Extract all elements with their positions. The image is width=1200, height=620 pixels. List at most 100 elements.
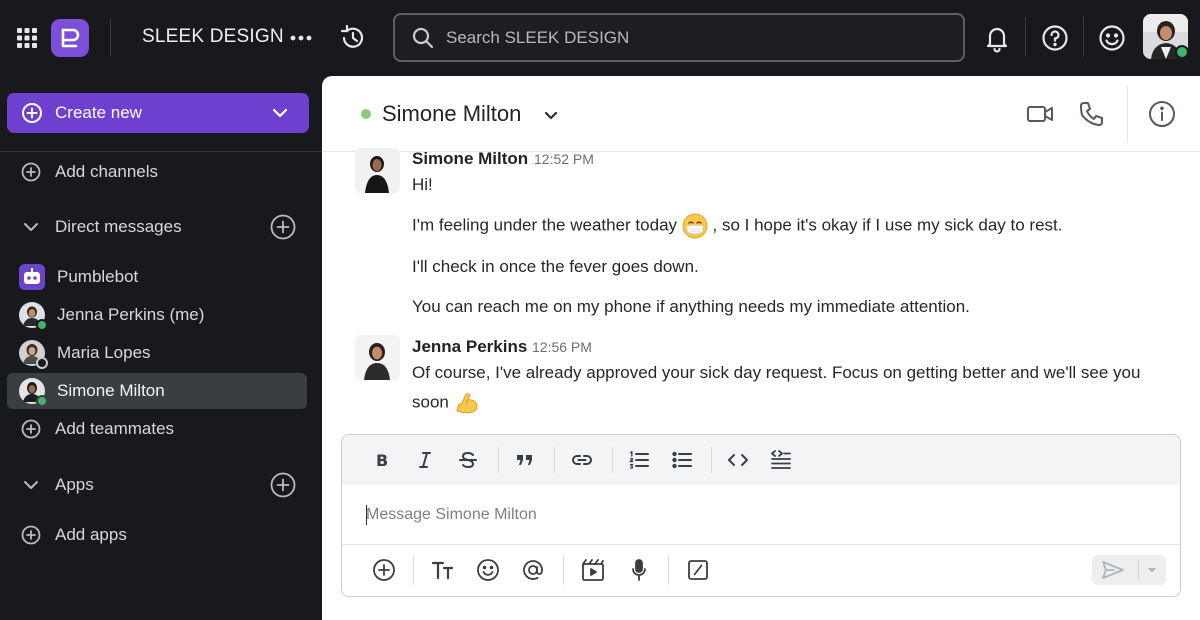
- chevron-down-icon: [20, 474, 42, 496]
- chevron-down-icon: [20, 216, 42, 238]
- history-icon[interactable]: [338, 23, 368, 53]
- message-text-part: soon: [412, 392, 449, 412]
- dm-name: Jenna Perkins (me): [57, 305, 205, 324]
- add-apps-button[interactable]: Add apps: [0, 517, 322, 553]
- help-icon[interactable]: [1040, 23, 1070, 53]
- gif-video-icon[interactable]: [580, 557, 606, 583]
- message-text: You can reach me on my phone if anything…: [412, 297, 970, 316]
- more-icon[interactable]: [289, 28, 313, 48]
- divider: [711, 447, 712, 473]
- message-composer: B: [341, 434, 1181, 597]
- message-text-part: , so I hope it's okay if I use my sick d…: [712, 215, 1063, 235]
- divider: [0, 151, 322, 152]
- workspace-name[interactable]: SLEEK DESIGN: [142, 26, 284, 48]
- add-app-icon[interactable]: [269, 471, 297, 499]
- divider: [554, 447, 555, 473]
- message-text: soon: [412, 390, 480, 416]
- avatar: [19, 378, 48, 407]
- dm-name: Simone Milton: [57, 381, 165, 400]
- info-icon[interactable]: [1147, 99, 1177, 129]
- message-text: I'll check in once the fever goes down.: [412, 257, 699, 276]
- italic-icon[interactable]: [413, 448, 437, 472]
- sidebar: Create new Add channels Direct messages: [0, 76, 322, 620]
- dm-item-simone-milton[interactable]: Simone Milton: [7, 373, 307, 409]
- dm-item-jenna-perkins[interactable]: Jenna Perkins (me): [7, 297, 307, 333]
- code-block-icon[interactable]: [769, 448, 793, 472]
- phone-call-icon[interactable]: [1077, 99, 1107, 129]
- channel-title[interactable]: Simone Milton: [382, 101, 521, 127]
- away-status-icon: [36, 357, 48, 369]
- video-call-icon[interactable]: [1025, 99, 1055, 129]
- online-status-icon: [1175, 45, 1189, 59]
- plus-circle-icon: [21, 102, 43, 124]
- dm-name: Pumblebot: [57, 267, 139, 286]
- code-icon[interactable]: [726, 448, 750, 472]
- message-text: Of course, I've already approved your si…: [412, 363, 1141, 382]
- microphone-icon[interactable]: [626, 557, 652, 583]
- message-text: I'm feeling under the weather today , so…: [412, 213, 1063, 239]
- quote-icon[interactable]: [513, 448, 537, 472]
- avatar[interactable]: [355, 148, 400, 193]
- avatar: [19, 302, 48, 331]
- search-input[interactable]: [446, 27, 926, 48]
- direct-messages-label: Direct messages: [55, 217, 182, 236]
- divider: [563, 555, 564, 585]
- divider: [1127, 86, 1128, 142]
- workspace-logo[interactable]: [51, 19, 89, 57]
- plus-circle-icon: [20, 418, 42, 440]
- add-teammates-button[interactable]: Add teammates: [0, 411, 322, 447]
- flexed-biceps-icon: [454, 390, 480, 416]
- chat-header: Simone Milton: [322, 76, 1200, 152]
- bold-icon[interactable]: B: [370, 448, 394, 472]
- face-with-medical-mask-icon: [682, 213, 708, 239]
- search-icon: [410, 25, 436, 51]
- online-status-icon: [36, 395, 48, 407]
- dm-item-pumblebot[interactable]: Pumblebot: [7, 259, 307, 295]
- svg-text:B: B: [376, 451, 388, 470]
- bullet-list-icon[interactable]: [670, 448, 694, 472]
- bell-icon[interactable]: [983, 23, 1011, 53]
- dm-name: Maria Lopes: [57, 343, 151, 362]
- link-icon[interactable]: [570, 448, 594, 472]
- add-channels-button[interactable]: Add channels: [0, 154, 322, 190]
- bot-avatar: [19, 264, 45, 290]
- add-direct-message-icon[interactable]: [269, 213, 297, 241]
- caret-down-icon[interactable]: [1144, 562, 1160, 578]
- top-bar: SLEEK DESIGN: [0, 0, 1200, 76]
- apps-label: Apps: [55, 475, 94, 494]
- message-input[interactable]: [366, 495, 1146, 535]
- search-bar[interactable]: [393, 13, 965, 62]
- attach-plus-icon[interactable]: [371, 557, 397, 583]
- add-teammates-label: Add teammates: [55, 419, 175, 438]
- create-new-button[interactable]: Create new: [7, 93, 309, 133]
- online-status-icon: [361, 109, 371, 119]
- send-icon[interactable]: [1100, 558, 1126, 582]
- online-status-icon: [36, 319, 48, 331]
- message-author[interactable]: Jenna Perkins: [412, 337, 527, 357]
- message-text-part: I'm feeling under the weather today: [412, 215, 678, 235]
- mention-icon[interactable]: [520, 557, 546, 583]
- formatting-toolbar: B: [342, 435, 1180, 485]
- dm-item-maria-lopes[interactable]: Maria Lopes: [7, 335, 307, 371]
- apps-grid-icon[interactable]: [15, 26, 39, 50]
- chevron-down-icon: [271, 104, 289, 122]
- divider: [413, 555, 414, 585]
- avatar: [19, 340, 48, 369]
- emoji-icon[interactable]: [475, 557, 501, 583]
- slash-command-icon[interactable]: [685, 557, 711, 583]
- ordered-list-icon[interactable]: [627, 448, 651, 472]
- text-format-icon[interactable]: [430, 557, 456, 583]
- divider: [1083, 17, 1084, 57]
- avatar[interactable]: [355, 335, 400, 380]
- emoji-status-icon[interactable]: [1097, 23, 1127, 53]
- send-button-group: [1092, 555, 1166, 585]
- divider: [668, 555, 669, 585]
- chevron-down-icon[interactable]: [542, 106, 560, 124]
- add-apps-label: Add apps: [55, 525, 127, 544]
- chat-logo-icon: [61, 28, 80, 48]
- divider: [498, 447, 499, 473]
- strikethrough-icon[interactable]: [456, 448, 480, 472]
- plus-circle-icon: [20, 524, 42, 546]
- message-author[interactable]: Simone Milton: [412, 149, 528, 169]
- add-channels-label: Add channels: [55, 162, 159, 181]
